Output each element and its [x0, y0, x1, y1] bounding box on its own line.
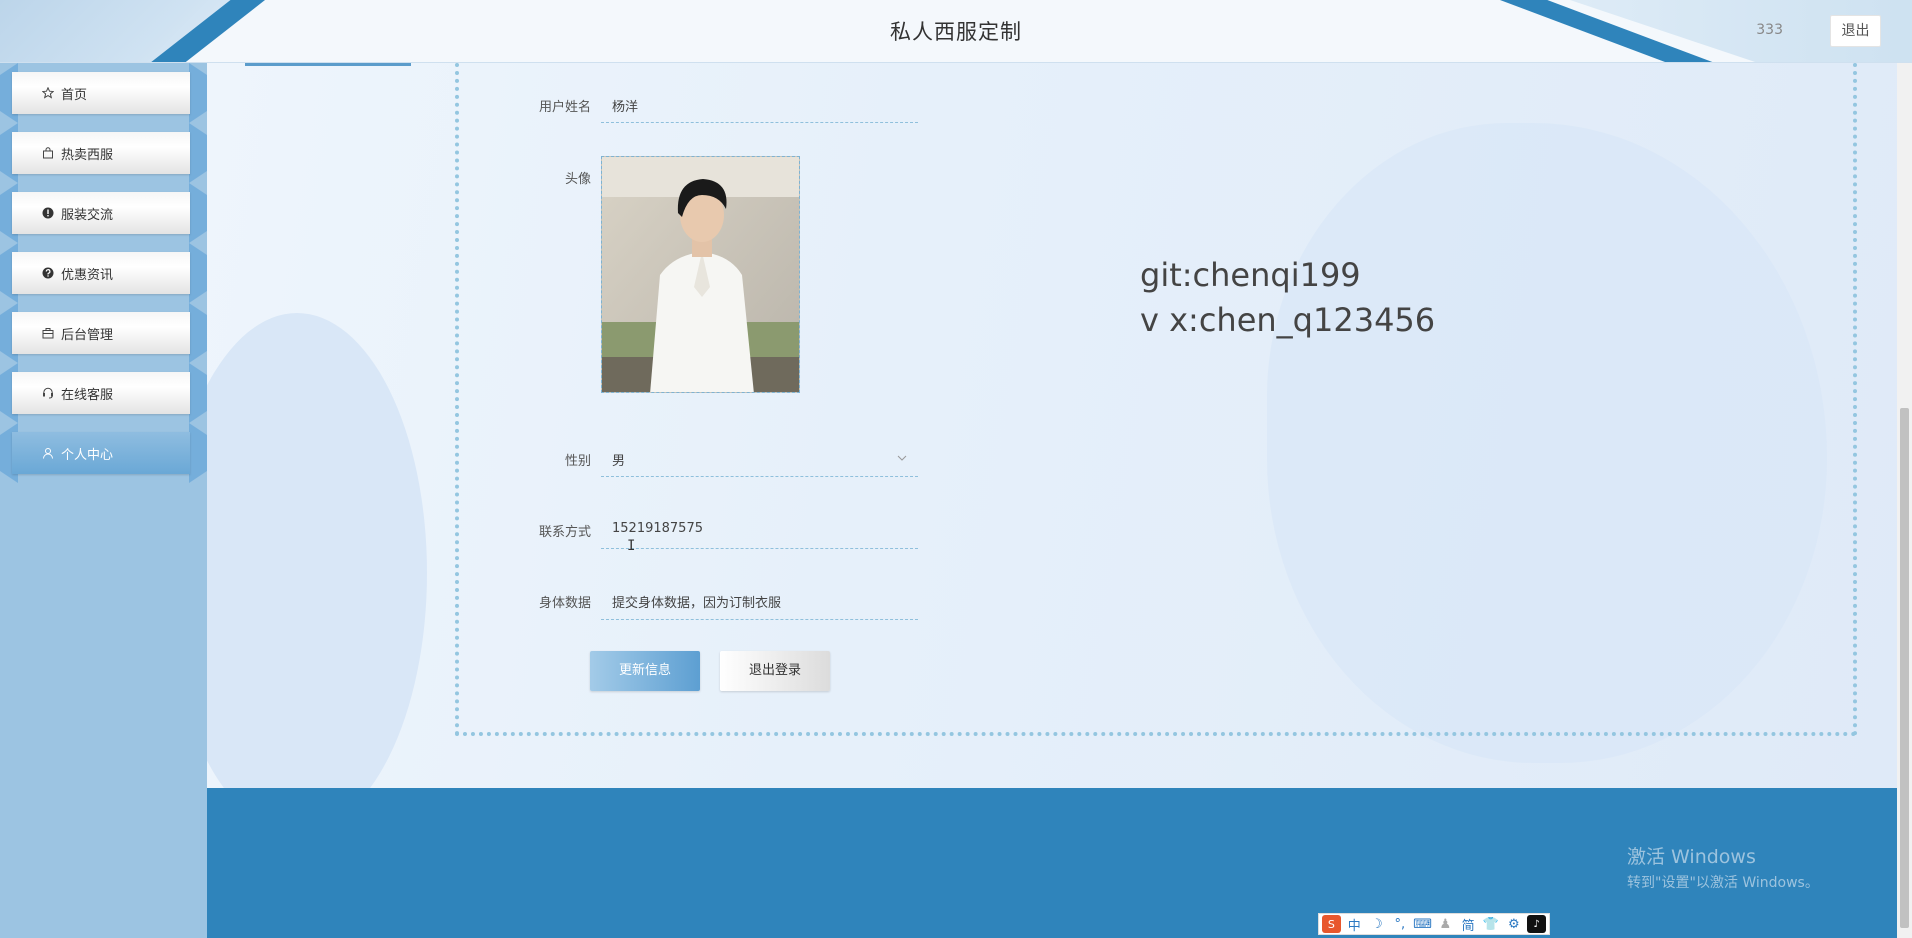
question-circle-icon	[42, 267, 54, 279]
overlay-contact-text: git:chenqi199 v x:chen_q123456	[1140, 253, 1435, 343]
sidebar-item-label: 热卖西服	[61, 147, 114, 163]
sidebar-band-edge-right	[189, 63, 207, 123]
main-content	[207, 63, 1897, 788]
sidebar-item-admin[interactable]: 后台管理	[12, 312, 190, 354]
sidebar-item-label: 优惠资讯	[61, 267, 114, 283]
sidebar-item-label: 个人中心	[61, 447, 114, 463]
update-info-button[interactable]: 更新信息	[590, 651, 700, 691]
person-icon[interactable]: ♟	[1436, 915, 1455, 933]
sidebar: 首页 热卖西服 服装交流 优惠资讯 后台管理 在线客服 个人中心	[0, 63, 207, 938]
header-logout-button[interactable]: 退出	[1830, 15, 1881, 47]
sidebar-band-edge-right	[189, 423, 207, 483]
activation-subtitle: 转到"设置"以激活 Windows。	[1627, 875, 1819, 891]
avatar-image[interactable]	[601, 156, 800, 393]
activation-title: 激活 Windows	[1627, 846, 1756, 868]
sidebar-item-label: 在线客服	[61, 387, 114, 403]
gender-label: 性别	[564, 454, 591, 469]
gender-select[interactable]: 男	[612, 450, 625, 469]
overlay-line-1: git:chenqi199	[1140, 256, 1361, 294]
contact-input[interactable]: 15219187575	[612, 521, 703, 536]
moon-icon[interactable]: ☽	[1368, 915, 1387, 933]
sidebar-item-label: 首页	[61, 87, 88, 103]
user-icon	[42, 447, 54, 459]
sidebar-item-forum[interactable]: 服装交流	[12, 192, 190, 234]
sidebar-band: 个人中心	[0, 423, 207, 483]
top-header: 私人西服定制 333 退出	[0, 0, 1912, 63]
sidebar-band: 首页	[0, 63, 207, 123]
sidebar-band: 服装交流	[0, 183, 207, 243]
gear-icon[interactable]: ⚙	[1504, 915, 1523, 933]
username-underline	[601, 122, 918, 123]
sidebar-item-label: 后台管理	[61, 327, 114, 343]
sidebar-item-label: 服装交流	[61, 207, 114, 223]
sidebar-item-support[interactable]: 在线客服	[12, 372, 190, 414]
sidebar-band-edge-right	[189, 303, 207, 363]
windows-activation-watermark: 激活 Windows 转到"设置"以激活 Windows。	[1627, 842, 1819, 892]
header-username: 333	[1756, 22, 1783, 38]
username-label: 用户姓名	[538, 100, 591, 115]
keyboard-icon[interactable]: ⌨	[1413, 915, 1432, 933]
contact-underline	[601, 548, 918, 549]
tab-indicator	[245, 63, 411, 66]
sidebar-band-edge-right	[189, 243, 207, 303]
overlay-line-2: v x:chen_q123456	[1140, 301, 1436, 339]
punctuation-icon[interactable]: °,	[1390, 915, 1409, 933]
shirt-icon[interactable]: 👕	[1482, 915, 1501, 933]
sidebar-band-edge-right	[189, 363, 207, 423]
sidebar-item-home[interactable]: 首页	[12, 72, 190, 114]
sidebar-band-edge-right	[189, 123, 207, 183]
avatar-photo	[602, 157, 799, 392]
star-icon	[42, 87, 54, 99]
sidebar-item-hot-suits[interactable]: 热卖西服	[12, 132, 190, 174]
sidebar-band: 后台管理	[0, 303, 207, 363]
page-scrollbar[interactable]	[1897, 63, 1912, 938]
sidebar-band: 热卖西服	[0, 123, 207, 183]
exclamation-circle-icon	[42, 207, 54, 219]
background-shape	[207, 313, 427, 788]
scrollbar-thumb[interactable]	[1900, 408, 1909, 928]
contact-label: 联系方式	[538, 525, 591, 540]
body-data-underline	[601, 619, 918, 620]
site-title: 私人西服定制	[890, 20, 1022, 44]
ime-mode-chinese[interactable]: 中	[1345, 915, 1364, 934]
sidebar-band-edge-right	[189, 183, 207, 243]
sidebar-band: 优惠资讯	[0, 243, 207, 303]
shopping-bag-icon	[42, 147, 54, 159]
tiktok-icon[interactable]: ♪	[1527, 915, 1546, 933]
ime-toolbar: S 中 ☽ °, ⌨ ♟ 简 👕 ⚙ ♪	[1318, 913, 1550, 935]
briefcase-icon	[42, 327, 54, 339]
ime-simplified[interactable]: 简	[1459, 915, 1478, 934]
gender-underline	[601, 476, 918, 477]
logout-button[interactable]: 退出登录	[720, 651, 830, 691]
ime-logo-icon[interactable]: S	[1322, 915, 1341, 933]
chevron-down-icon[interactable]	[896, 449, 908, 468]
sidebar-item-promotions[interactable]: 优惠资讯	[12, 252, 190, 294]
text-cursor-icon: I	[627, 538, 636, 554]
headset-icon	[42, 387, 54, 399]
username-input[interactable]: 杨洋	[612, 96, 638, 115]
sidebar-item-profile[interactable]: 个人中心	[12, 432, 190, 474]
sidebar-band: 在线客服	[0, 363, 207, 423]
body-data-input[interactable]: 提交身体数据，因为订制衣服	[612, 592, 781, 611]
body-data-label: 身体数据	[538, 596, 591, 611]
avatar-label: 头像	[564, 172, 591, 187]
